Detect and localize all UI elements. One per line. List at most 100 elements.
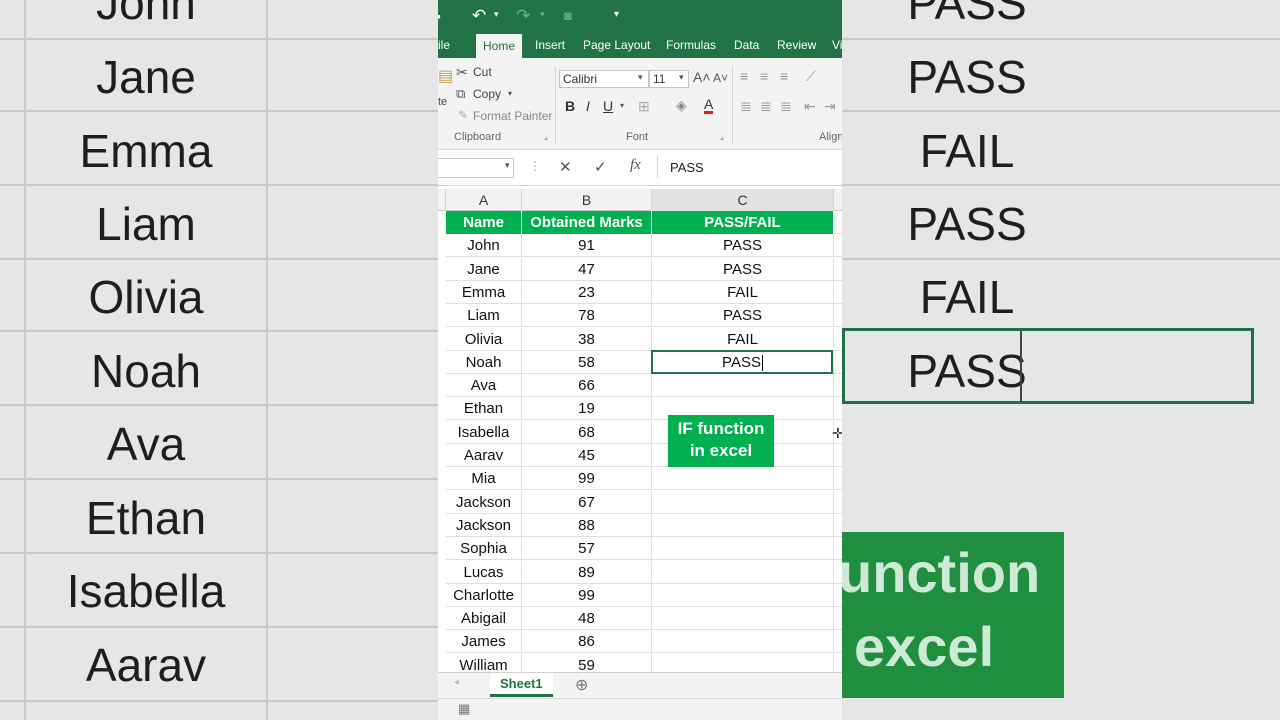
align-bottom-icon[interactable]: ≡ (780, 68, 788, 84)
column-header-b[interactable]: B (522, 189, 652, 211)
borders-icon[interactable]: ⊞ (638, 98, 650, 115)
marks-cell[interactable]: 67 (522, 490, 652, 514)
name-cell[interactable]: James (446, 630, 522, 654)
decrease-indent-icon[interactable]: ⇤ (804, 98, 816, 115)
underline-dropdown-icon[interactable]: ▾ (620, 101, 624, 110)
header-cell-result[interactable]: PASS/FAIL (652, 211, 834, 234)
result-cell[interactable] (652, 607, 834, 631)
paste-icon[interactable]: ▤ (438, 66, 453, 86)
name-cell[interactable]: Isabella (446, 420, 522, 444)
format-painter-button[interactable]: Format Painter (473, 109, 552, 123)
decrease-font-icon[interactable]: A˅ (713, 71, 728, 85)
align-middle-icon[interactable]: ≡ (760, 68, 768, 84)
font-name-dropdown-icon[interactable]: ▾ (638, 72, 643, 83)
marks-cell[interactable]: 66 (522, 374, 652, 398)
tab-insert[interactable]: Insert (535, 38, 565, 52)
format-painter-icon[interactable]: ✎ (458, 108, 468, 122)
name-cell[interactable]: Abigail (446, 607, 522, 631)
copy-icon[interactable]: ⧉ (456, 86, 465, 102)
name-box-dropdown-icon[interactable]: ▾ (505, 160, 510, 171)
tab-home[interactable]: Home (476, 34, 522, 58)
name-cell[interactable]: Lucas (446, 560, 522, 584)
cancel-formula-icon[interactable]: ✕ (559, 158, 572, 176)
macro-record-icon[interactable]: ▦ (458, 701, 470, 717)
result-cell[interactable] (652, 537, 834, 561)
name-cell[interactable]: Jackson (446, 513, 522, 537)
insert-function-icon[interactable]: fx (630, 157, 641, 174)
font-launcher-icon[interactable]: ⌟ (720, 132, 724, 141)
undo-icon[interactable]: ↶ (472, 6, 486, 26)
name-cell[interactable]: Aarav (446, 444, 522, 467)
marks-cell[interactable]: 38 (522, 327, 652, 351)
result-cell[interactable] (652, 490, 834, 514)
clipboard-launcher-icon[interactable]: ⌟ (544, 132, 548, 141)
marks-cell[interactable]: 58 (522, 350, 652, 374)
result-cell[interactable] (652, 583, 834, 607)
font-size-dropdown-icon[interactable]: ▾ (679, 72, 684, 83)
tab-data[interactable]: Data (734, 38, 759, 52)
marks-cell[interactable]: 23 (522, 280, 652, 304)
redo-icon[interactable]: ↷ (516, 6, 530, 26)
result-cell[interactable]: PASS (652, 257, 834, 281)
marks-cell[interactable]: 48 (522, 607, 652, 631)
marks-cell[interactable]: 89 (522, 560, 652, 584)
scroll-left-icon[interactable]: ◂ (454, 677, 459, 688)
result-cell[interactable] (652, 630, 834, 654)
name-box[interactable] (438, 158, 514, 178)
name-cell[interactable]: Ava (446, 374, 522, 398)
cut-icon[interactable]: ✂ (456, 64, 468, 81)
name-cell[interactable]: Noah (446, 350, 522, 374)
tab-page-layout[interactable]: Page Layout (583, 38, 650, 52)
marks-cell[interactable]: 68 (522, 420, 652, 444)
marks-cell[interactable]: 19 (522, 397, 652, 421)
result-cell[interactable] (652, 513, 834, 537)
tab-view[interactable]: Vi (832, 38, 842, 52)
save-icon[interactable]: ▪ (438, 8, 441, 24)
increase-font-icon[interactable]: A˄ (693, 69, 711, 85)
underline-icon[interactable]: U (603, 98, 613, 114)
result-cell[interactable] (652, 374, 834, 398)
align-left-icon[interactable]: ≣ (740, 98, 752, 115)
name-cell[interactable]: Charlotte (446, 583, 522, 607)
name-cell[interactable]: Jackson (446, 490, 522, 514)
name-cell[interactable]: Emma (446, 280, 522, 304)
font-name-select[interactable]: Calibri (559, 70, 649, 88)
marks-cell[interactable]: 86 (522, 630, 652, 654)
font-color-icon[interactable]: A (704, 97, 714, 114)
tab-formulas[interactable]: Formulas (666, 38, 716, 52)
tab-review[interactable]: Review (777, 38, 816, 52)
name-cell[interactable]: Liam (446, 304, 522, 328)
result-cell[interactable]: PASS (652, 304, 834, 328)
marks-cell[interactable]: 91 (522, 234, 652, 258)
cut-button[interactable]: Cut (473, 65, 492, 79)
marks-cell[interactable]: 57 (522, 537, 652, 561)
result-cell[interactable] (652, 560, 834, 584)
result-cell[interactable] (652, 467, 834, 491)
undo-dropdown-icon[interactable]: ▾ (494, 9, 499, 20)
camera-icon[interactable]: ◙ (564, 8, 572, 23)
header-cell-name[interactable]: Name (446, 211, 522, 234)
tab-file[interactable]: ile (438, 38, 450, 52)
sheet-tab-sheet1[interactable]: Sheet1 (490, 673, 553, 697)
align-top-icon[interactable]: ≡ (740, 68, 748, 84)
name-cell[interactable]: Ethan (446, 397, 522, 421)
paste-label[interactable]: te (438, 96, 447, 108)
enter-formula-icon[interactable]: ✓ (594, 158, 607, 176)
header-cell-marks[interactable]: Obtained Marks (522, 211, 652, 234)
add-sheet-icon[interactable]: ⊕ (575, 675, 588, 695)
marks-cell[interactable]: 45 (522, 444, 652, 467)
active-cell-c7[interactable] (651, 350, 833, 374)
marks-cell[interactable]: 99 (522, 583, 652, 607)
marks-cell[interactable]: 88 (522, 513, 652, 537)
align-right-icon[interactable]: ≣ (780, 98, 792, 115)
name-cell[interactable]: John (446, 234, 522, 258)
italic-icon[interactable]: I (586, 98, 590, 114)
name-cell[interactable]: Mia (446, 467, 522, 491)
formula-input[interactable]: PASS (670, 160, 704, 175)
customize-toolbar-icon[interactable]: ▾ (614, 9, 619, 20)
redo-dropdown-icon[interactable]: ▾ (540, 9, 545, 20)
increase-indent-icon[interactable]: ⇥ (824, 98, 836, 115)
column-header-c[interactable]: C (652, 189, 834, 211)
copy-button[interactable]: Copy (473, 87, 501, 101)
name-cell[interactable]: Sophia (446, 537, 522, 561)
